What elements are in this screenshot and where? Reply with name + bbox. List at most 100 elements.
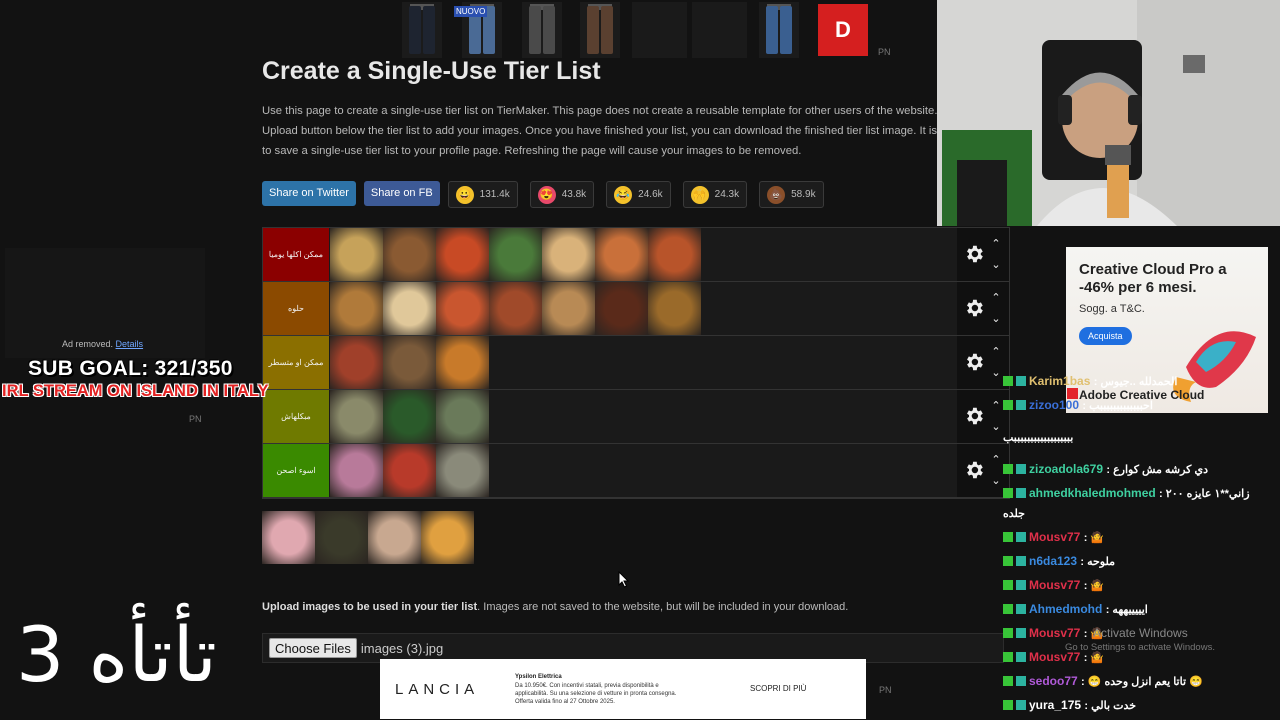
chevron-down-icon[interactable]: ⌄ <box>989 366 1003 379</box>
top-ad-banner[interactable]: NUOVO D PN <box>395 0 891 60</box>
acquista-button[interactable]: Acquista <box>1079 327 1132 345</box>
chat-text: ببببببببببببببببببب <box>1003 432 1074 444</box>
chat-username[interactable]: zizoo100 <box>1029 398 1079 412</box>
jeans-product-image[interactable] <box>759 2 799 58</box>
chat-text: : ملوحه <box>1080 556 1116 568</box>
chat-text: : 😁 تاتا يعم انزل وحده 😁 <box>1081 676 1203 688</box>
chat-username[interactable]: ahmedkhaledmohmed <box>1029 486 1156 500</box>
ad-description: Da 10.950€. Con incentivi statali, previ… <box>515 683 677 705</box>
ad-details-link[interactable]: Details <box>116 339 144 349</box>
chat-username[interactable]: Karim1bas <box>1029 374 1090 388</box>
upload-note: . Images are not saved to the website, b… <box>477 601 849 613</box>
food-image[interactable] <box>330 228 383 281</box>
gear-icon[interactable] <box>963 297 985 319</box>
gear-icon[interactable] <box>963 459 985 481</box>
bottom-ad-banner[interactable]: LANCIA Ypsilon Elettrica Da 10.950€. Con… <box>380 659 866 719</box>
chevron-up-icon[interactable]: ⌃ <box>989 291 1003 304</box>
food-image[interactable] <box>542 228 595 281</box>
reaction-button[interactable]: 😀 131.4k <box>447 181 518 208</box>
food-image[interactable] <box>315 511 368 564</box>
reaction-button[interactable]: 😍 43.8k <box>529 181 595 208</box>
food-image[interactable] <box>330 336 383 389</box>
chat-username[interactable]: Mousv77 <box>1029 578 1080 592</box>
gear-icon[interactable] <box>963 243 985 265</box>
gear-icon[interactable] <box>963 405 985 427</box>
tier-row: ممكن اكلها يوميا ⌃ ⌄ <box>263 228 1009 282</box>
food-image[interactable] <box>436 336 489 389</box>
reaction-button[interactable]: 🙌 24.3k <box>682 181 748 208</box>
tier-label[interactable]: ممكن او متسطر <box>263 336 329 389</box>
jeans-product-image[interactable] <box>402 2 442 58</box>
tier-label[interactable]: مبكلهاش <box>263 390 329 443</box>
tier-label[interactable]: ممكن اكلها يوميا <box>263 228 329 281</box>
food-image[interactable] <box>436 228 489 281</box>
food-image[interactable] <box>648 282 701 335</box>
chat-username[interactable]: Mousv77 <box>1029 626 1080 640</box>
chat-username[interactable]: n6da123 <box>1029 554 1077 568</box>
food-image[interactable] <box>436 282 489 335</box>
chevron-down-icon[interactable]: ⌄ <box>989 474 1003 487</box>
chevron-up-icon[interactable]: ⌃ <box>989 237 1003 250</box>
food-image[interactable] <box>421 511 474 564</box>
reaction-count: 24.3k <box>714 189 740 200</box>
food-image[interactable] <box>436 444 489 497</box>
chat-text: : 🤷 <box>1083 580 1105 592</box>
chevron-up-icon[interactable]: ⌃ <box>989 345 1003 358</box>
food-image[interactable] <box>489 228 542 281</box>
food-image[interactable] <box>595 282 648 335</box>
share-fb-button[interactable]: Share on FB <box>363 181 440 206</box>
food-image[interactable] <box>383 444 436 497</box>
tier-label[interactable]: اسوء اصحن <box>263 444 329 497</box>
food-image[interactable] <box>330 444 383 497</box>
chevron-down-icon[interactable]: ⌄ <box>989 258 1003 271</box>
chevron-up-icon[interactable]: ⌃ <box>989 453 1003 466</box>
reaction-count: 43.8k <box>561 189 587 200</box>
chat-badge-icon <box>1003 652 1013 662</box>
ad-removed-notice: Ad removed. Details <box>62 339 143 349</box>
ad-cta-link[interactable]: SCOPRI DI PIÙ <box>750 684 806 693</box>
food-image[interactable] <box>542 282 595 335</box>
food-image[interactable] <box>330 390 383 443</box>
chat-username[interactable]: Ahmedmohd <box>1029 602 1102 616</box>
food-image[interactable] <box>383 228 436 281</box>
food-image[interactable] <box>262 511 315 564</box>
tier-row: مبكلهاش ⌃ ⌄ <box>263 390 1009 444</box>
food-image[interactable] <box>595 228 648 281</box>
jeans-product-image[interactable] <box>580 2 620 58</box>
chat-message: جلده <box>1003 506 1280 520</box>
food-image[interactable] <box>383 282 436 335</box>
jeans-product-image[interactable] <box>522 2 562 58</box>
intro-text: Use this page to create a single-use tie… <box>262 101 937 161</box>
share-twitter-button[interactable]: Share on Twitter <box>262 181 356 206</box>
tier-label[interactable]: حلوه <box>263 282 329 335</box>
tier-items <box>330 336 489 389</box>
food-image[interactable] <box>383 336 436 389</box>
tier-controls: ⌃ ⌄ <box>957 336 1009 389</box>
food-image[interactable] <box>330 282 383 335</box>
food-image[interactable] <box>383 390 436 443</box>
gear-icon[interactable] <box>963 351 985 373</box>
chat-badge-icon <box>1003 400 1013 410</box>
reaction-button[interactable]: 😂 24.6k <box>606 181 671 208</box>
chat-username[interactable]: Mousv77 <box>1029 530 1080 544</box>
reactions: 😀 131.4k 😍 43.8k 😂 24.6k 🙌 24.3k 💩 58.9k <box>447 181 824 208</box>
chevron-up-icon[interactable]: ⌃ <box>989 399 1003 412</box>
diesel-logo[interactable]: D <box>818 4 868 56</box>
reaction-button[interactable]: 💩 58.9k <box>759 181 824 208</box>
chat-badge-icon <box>1016 652 1026 662</box>
tier-controls: ⌃ ⌄ <box>957 390 1009 443</box>
choose-files-button[interactable]: Choose Files <box>269 638 357 658</box>
chat-username[interactable]: yura_175 <box>1029 698 1081 712</box>
food-image[interactable] <box>489 282 542 335</box>
lancia-logo: LANCIA <box>395 681 480 698</box>
chat-text: : 🤷 <box>1083 652 1105 664</box>
tier-items <box>330 282 701 335</box>
food-image[interactable] <box>368 511 421 564</box>
chevron-down-icon[interactable]: ⌄ <box>989 420 1003 433</box>
ad-model-name: Ypsilon Elettrica <box>515 674 562 680</box>
chat-username[interactable]: zizoadola679 <box>1029 462 1103 476</box>
chevron-down-icon[interactable]: ⌄ <box>989 312 1003 325</box>
food-image[interactable] <box>436 390 489 443</box>
food-image[interactable] <box>648 228 701 281</box>
chat-username[interactable]: sedoo77 <box>1029 674 1078 688</box>
